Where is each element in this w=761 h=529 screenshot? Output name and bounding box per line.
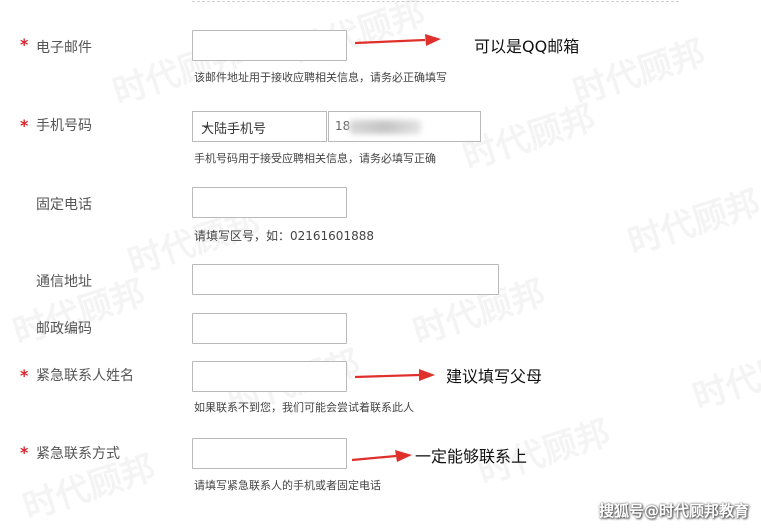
required-marker: * [20,116,29,135]
watermark: 时代顾邦 [623,182,761,263]
email-note: 可以是QQ邮箱 [474,37,580,56]
emergency-contact-hint: 请填写紧急联系人的手机或者固定电话 [194,479,381,492]
emergency-contact-field[interactable] [192,438,347,469]
address-field[interactable] [192,264,499,295]
email-label: 电子邮件 [36,40,92,56]
mobile-label: 手机号码 [36,118,92,134]
landline-label: 固定电话 [36,197,92,213]
email-hint: 该邮件地址用于接收应聘相关信息，请务必正确填写 [194,71,447,84]
mobile-hint: 手机号码用于接受应聘相关信息，请务必填写正确 [194,152,436,165]
emergency-name-label: 紧急联系人姓名 [36,368,134,384]
email-field[interactable] [192,30,347,61]
landline-hint: 请填写区号，如：02161601888 [194,229,374,243]
required-marker: * [20,35,29,54]
mobile-value: 18 [335,119,351,133]
phone-type-select[interactable]: 大陆手机号 ⌄ [192,111,327,142]
redaction-blur [349,120,421,134]
divider [192,1,679,2]
postal-label: 邮政编码 [36,321,92,337]
arrow-icon [355,369,435,381]
mobile-field[interactable]: 18 [328,111,481,142]
arrow-icon [355,34,441,46]
watermark: 时代顾邦 [688,337,761,418]
emergency-name-field[interactable] [192,361,347,392]
emergency-contact-note: 一定能够联系上 [415,447,528,466]
emergency-contact-label: 紧急联系方式 [36,446,120,462]
source-watermark: 搜狐号@时代顾邦教育 [598,502,749,520]
emergency-name-hint: 如果联系不到您，我们可能会尝试着联系此人 [194,401,414,414]
required-marker: * [20,443,29,462]
arrow-icon [352,450,412,462]
postal-field[interactable] [192,313,347,344]
landline-field[interactable] [192,187,347,218]
watermark: 时代顾邦 [568,32,710,113]
required-marker: * [20,366,29,385]
emergency-name-note: 建议填写父母 [446,367,543,386]
address-label: 通信地址 [36,274,92,290]
chevron-down-icon: ⌄ [201,118,211,131]
